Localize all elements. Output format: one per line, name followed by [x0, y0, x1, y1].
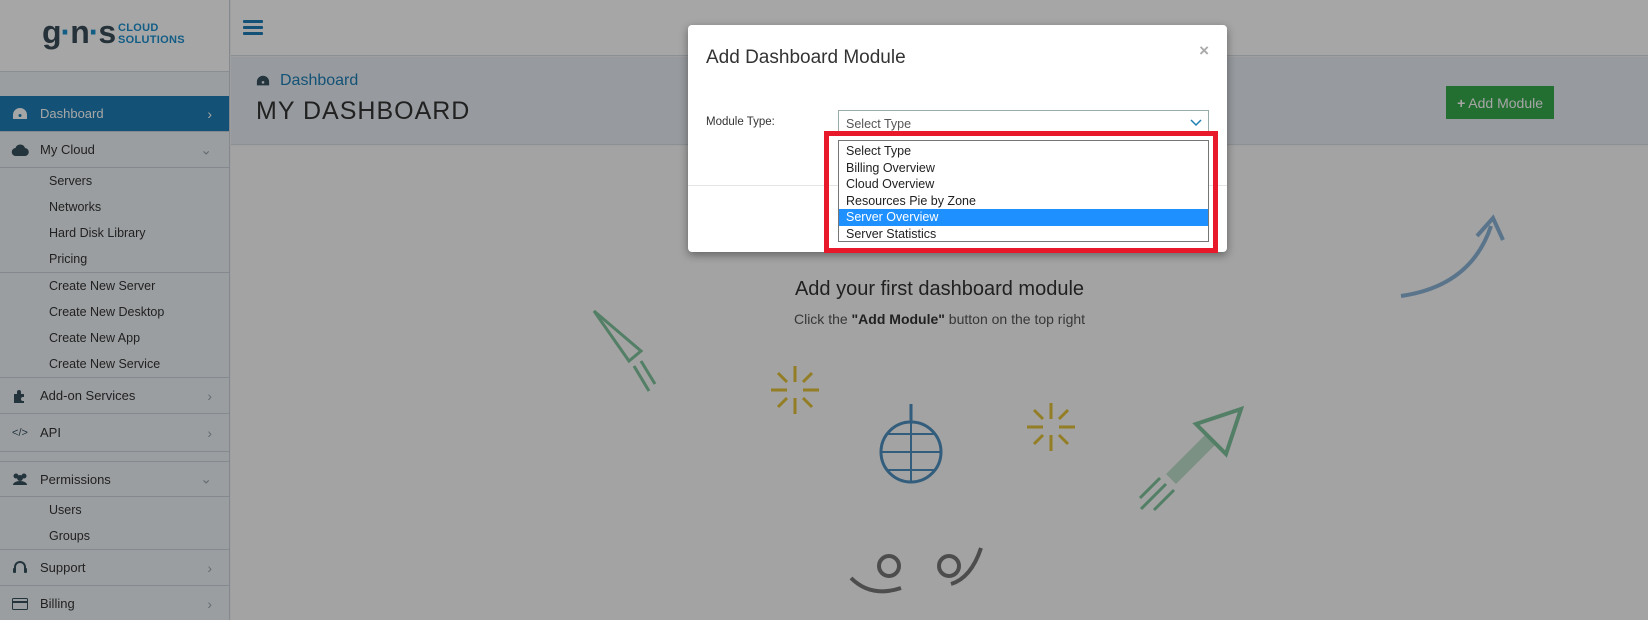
module-type-label: Module Type:	[706, 116, 775, 128]
chevron-down-icon	[1190, 119, 1202, 127]
close-icon[interactable]: ×	[1199, 41, 1209, 61]
red-highlight-box	[824, 131, 1218, 253]
select-value: Select Type	[846, 117, 912, 131]
modal-title: Add Dashboard Module	[706, 47, 906, 68]
